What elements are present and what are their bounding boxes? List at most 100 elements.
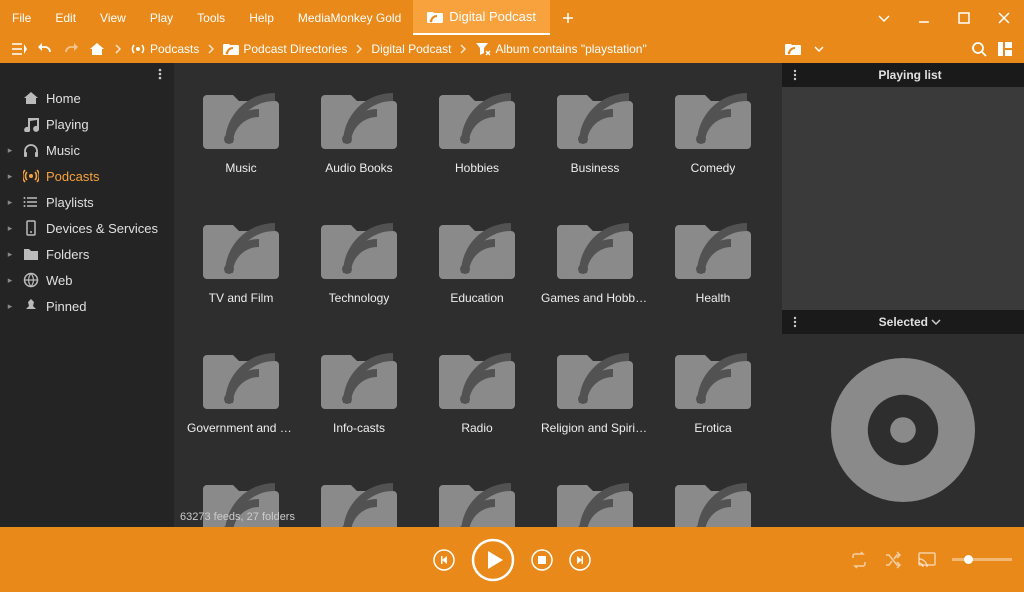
- more-icon[interactable]: [154, 68, 166, 80]
- folder-rss-icon: [673, 341, 753, 411]
- folder-item[interactable]: Erotica: [654, 333, 772, 463]
- folder-rss-icon: [319, 211, 399, 281]
- folder-item[interactable]: TV and Film: [182, 203, 300, 333]
- next-button[interactable]: [569, 549, 591, 571]
- redo-button[interactable]: [60, 38, 82, 60]
- breadcrumb-podcasts[interactable]: Podcasts: [128, 35, 201, 63]
- layout-icon: [997, 41, 1013, 57]
- menu-view[interactable]: View: [88, 0, 138, 35]
- folder-item[interactable]: [654, 463, 772, 527]
- folder-item[interactable]: Business: [536, 73, 654, 203]
- folder-rss-icon: [201, 81, 281, 151]
- search-button[interactable]: [968, 38, 990, 60]
- selected-header[interactable]: Selected: [782, 310, 1024, 334]
- folder-item[interactable]: [418, 463, 536, 527]
- chevron-right-icon: [353, 44, 365, 54]
- folder-item[interactable]: Religion and Spirituality: [536, 333, 654, 463]
- playing-list-header[interactable]: Playing list: [782, 63, 1024, 87]
- redo-icon: [63, 41, 79, 57]
- folder-item[interactable]: Radio: [418, 333, 536, 463]
- panel-icon: [11, 41, 27, 57]
- collapse-button[interactable]: [864, 0, 904, 35]
- chevron-down-icon: [931, 318, 941, 326]
- sidebar-item-web[interactable]: ▸Web: [0, 267, 174, 293]
- repeat-button[interactable]: [850, 551, 868, 569]
- sidebar-item-label: Web: [46, 273, 73, 288]
- sidebar-item-folders[interactable]: ▸Folders: [0, 241, 174, 267]
- tab-add-button[interactable]: [550, 0, 586, 35]
- view-dropdown-button[interactable]: [808, 38, 830, 60]
- folder-label: Radio: [461, 421, 492, 435]
- menu-file[interactable]: File: [0, 0, 43, 35]
- layout-button[interactable]: [994, 38, 1016, 60]
- more-icon[interactable]: [790, 316, 800, 328]
- stop-button[interactable]: [531, 549, 553, 571]
- breadcrumb-digital[interactable]: Digital Podcast: [369, 35, 453, 63]
- folder-item[interactable]: Audio Books: [300, 73, 418, 203]
- folder-rss-icon: [673, 471, 753, 527]
- menu-help[interactable]: Help: [237, 0, 286, 35]
- menu-edit[interactable]: Edit: [43, 0, 88, 35]
- sidebar-item-pinned[interactable]: ▸Pinned: [0, 293, 174, 319]
- expand-icon: ▸: [4, 249, 16, 260]
- filter-x-icon: [475, 41, 491, 57]
- minimize-button[interactable]: [904, 0, 944, 35]
- prev-button[interactable]: [433, 549, 455, 571]
- more-icon[interactable]: [790, 69, 800, 81]
- folder-item[interactable]: Government and Organizations: [182, 333, 300, 463]
- disc-icon: [823, 350, 983, 510]
- sidebar-item-podcasts[interactable]: ▸Podcasts: [0, 163, 174, 189]
- playing-list-body[interactable]: [782, 87, 1024, 310]
- folder-rss-icon: [673, 81, 753, 151]
- folder-item[interactable]: Comedy: [654, 73, 772, 203]
- maximize-button[interactable]: [944, 0, 984, 35]
- volume-handle[interactable]: [964, 555, 973, 564]
- undo-icon: [37, 41, 53, 57]
- folder-item[interactable]: [300, 463, 418, 527]
- sidebar-item-music[interactable]: ▸Music: [0, 137, 174, 163]
- menu-play[interactable]: Play: [138, 0, 185, 35]
- breadcrumb-directories[interactable]: Podcast Directories: [221, 35, 349, 63]
- expand-icon: ▸: [4, 223, 16, 234]
- close-button[interactable]: [984, 0, 1024, 35]
- folder-item[interactable]: Health: [654, 203, 772, 333]
- sidebar-item-devices-services[interactable]: ▸Devices & Services: [0, 215, 174, 241]
- sidebar-item-playing[interactable]: Playing: [0, 111, 174, 137]
- home-icon: [22, 90, 40, 106]
- folder-rss-icon: [785, 41, 801, 57]
- view-mode-button[interactable]: [782, 38, 804, 60]
- sidebar-item-label: Playlists: [46, 195, 94, 210]
- folder-rss-icon: [223, 41, 239, 57]
- folder-rss-icon: [437, 211, 517, 281]
- shuffle-button[interactable]: [884, 551, 902, 569]
- home-button[interactable]: [86, 38, 108, 60]
- folder-item[interactable]: Music: [182, 73, 300, 203]
- panel-toggle-button[interactable]: [8, 38, 30, 60]
- folder-label: Comedy: [691, 161, 736, 175]
- folder-item[interactable]: Technology: [300, 203, 418, 333]
- skip-prev-icon: [433, 549, 455, 571]
- volume-slider[interactable]: [952, 558, 1012, 561]
- cast-button[interactable]: [918, 551, 936, 569]
- chevron-down-icon: [878, 12, 890, 24]
- folder-item[interactable]: Education: [418, 203, 536, 333]
- folder-item[interactable]: [536, 463, 654, 527]
- sidebar-item-playlists[interactable]: ▸Playlists: [0, 189, 174, 215]
- folder-rss-icon: [437, 341, 517, 411]
- device-icon: [22, 220, 40, 236]
- breadcrumb-filter[interactable]: Album contains "playstation": [473, 35, 648, 63]
- expand-icon: ▸: [4, 145, 16, 156]
- sidebar-item-home[interactable]: Home: [0, 85, 174, 111]
- menu-tools[interactable]: Tools: [185, 0, 237, 35]
- folder-label: Technology: [329, 291, 390, 305]
- home-icon: [89, 41, 105, 57]
- folder-label: Audio Books: [325, 161, 392, 175]
- folder-item[interactable]: Games and Hobbies: [536, 203, 654, 333]
- undo-button[interactable]: [34, 38, 56, 60]
- shuffle-icon: [884, 551, 902, 569]
- folder-item[interactable]: Hobbies: [418, 73, 536, 203]
- play-button[interactable]: [471, 538, 515, 582]
- pin-icon: [22, 298, 40, 314]
- tab-digital-podcast[interactable]: Digital Podcast: [413, 0, 550, 35]
- folder-item[interactable]: Info-casts: [300, 333, 418, 463]
